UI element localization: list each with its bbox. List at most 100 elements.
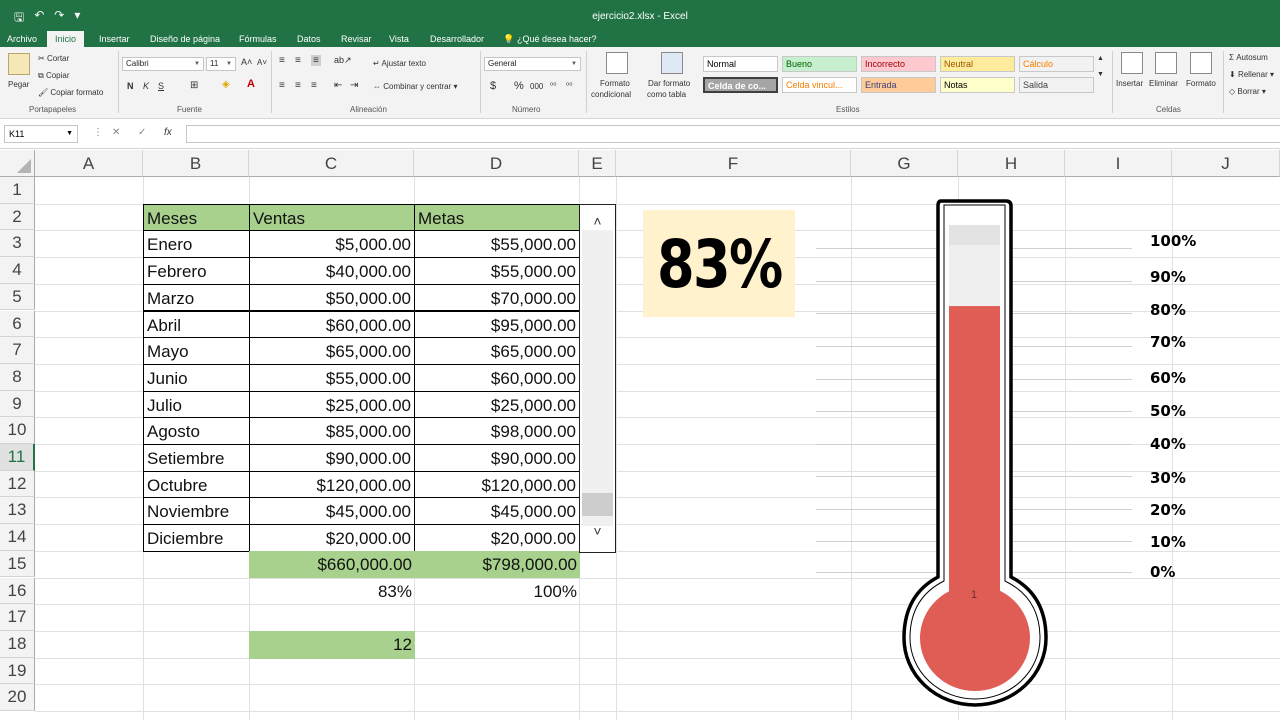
cell-metas[interactable]: $55,000.00 [414,257,580,285]
percent-ventas-cell[interactable]: 83% [249,578,415,606]
format-cells-icon[interactable] [1190,52,1212,74]
cell-metas[interactable]: $98,000.00 [414,417,580,445]
cell-mes[interactable]: Mayo [143,337,250,365]
conditional-format-icon[interactable] [606,52,628,74]
tab-datos[interactable]: Datos [297,31,321,47]
cell-ventas[interactable]: $90,000.00 [249,444,415,472]
cancel-icon[interactable]: ✕ [112,127,120,138]
column-header-c[interactable]: C [249,150,414,177]
select-all-button[interactable] [0,150,35,177]
shrink-font-icon[interactable]: A˅ [257,58,267,67]
percent-button[interactable]: % [514,80,524,92]
tab-revisar[interactable]: Revisar [341,31,372,47]
cell-style-3[interactable]: Neutral [940,56,1015,72]
indent-increase-icon[interactable]: ⇥ [350,80,358,91]
clear-button[interactable]: Borrar [1237,87,1259,96]
column-header-e[interactable]: E [579,150,616,177]
insert-cells-icon[interactable] [1121,52,1143,74]
cell-mes[interactable]: Diciembre [143,524,250,552]
format-cells-button[interactable]: Formato [1186,79,1216,88]
format-as-table-icon[interactable] [661,52,683,74]
cell-mes[interactable]: Agosto [143,417,250,445]
cell-ventas[interactable]: $55,000.00 [249,363,415,392]
tab-desarrollador[interactable]: Desarrollador [430,31,484,47]
insert-cells-button[interactable]: Insertar [1116,79,1143,88]
column-header-j[interactable]: J [1172,150,1280,177]
row-header-19[interactable]: 19 [0,657,35,685]
format-painter-button[interactable]: Copiar formato [50,88,103,97]
table-header-meses[interactable]: Meses [143,203,250,232]
row-header-10[interactable]: 10 [0,417,35,444]
cell-metas[interactable]: $45,000.00 [414,497,580,526]
tab-vista[interactable]: Vista [389,31,409,47]
row-header-11[interactable]: 11 [0,444,35,471]
formula-input[interactable] [186,125,1280,143]
percent-metas-cell[interactable]: 100% [414,578,580,606]
total-ventas-cell[interactable]: $660,000.00 [249,550,415,579]
scroll-value-cell[interactable]: 12 [249,630,415,659]
column-header-h[interactable]: H [958,150,1065,177]
tell-me-icon[interactable]: 💡 [503,31,514,47]
bold-button[interactable]: N [127,81,134,91]
row-header-1[interactable]: 1 [0,177,35,204]
row-header-13[interactable]: 13 [0,497,35,525]
borders-icon[interactable]: ⊞ [190,80,198,91]
align-left-icon[interactable]: ≡ [279,80,285,91]
wrap-text-button[interactable]: Ajustar texto [381,59,425,68]
row-header-18[interactable]: 18 [0,630,35,658]
align-center-icon[interactable]: ≡ [295,80,301,91]
tab-diseno-pagina[interactable]: Diseño de página [150,31,220,47]
currency-button[interactable]: $ [490,80,496,92]
copy-button[interactable]: Copiar [46,71,70,80]
cell-metas[interactable]: $25,000.00 [414,390,580,419]
font-name-select[interactable]: Calibri ▼ [122,57,204,71]
cell-metas[interactable]: $20,000.00 [414,524,580,552]
row-header-8[interactable]: 8 [0,363,35,391]
total-metas-cell[interactable]: $798,000.00 [414,550,580,579]
row-header-17[interactable]: 17 [0,604,35,631]
column-header-b[interactable]: B [143,150,249,177]
cell-style-6[interactable]: Celda vincul... [782,77,857,93]
cell-mes[interactable]: Setiembre [143,444,250,472]
cell-ventas[interactable]: $40,000.00 [249,257,415,285]
align-top-icon[interactable]: ≡ [279,55,285,66]
tab-insertar[interactable]: Insertar [99,31,130,47]
cell-ventas[interactable]: $20,000.00 [249,524,415,552]
row-header-7[interactable]: 7 [0,337,35,364]
cell-ventas[interactable]: $85,000.00 [249,417,415,445]
format-as-table-line1[interactable]: Dar formato [648,79,690,88]
delete-cells-icon[interactable] [1155,52,1177,74]
cell-mes[interactable]: Octubre [143,470,250,499]
font-color-icon[interactable]: A [247,78,255,90]
insert-function-icon[interactable]: fx [164,127,172,138]
row-header-12[interactable]: 12 [0,470,35,498]
cell-mes[interactable]: Abril [143,310,250,339]
cell-metas[interactable]: $90,000.00 [414,444,580,472]
tab-archivo[interactable]: Archivo [7,31,37,47]
cell-mes[interactable]: Febrero [143,257,250,285]
cell-style-4[interactable]: Cálculo [1019,56,1094,72]
table-header-ventas[interactable]: Ventas [249,203,415,232]
cell-style-7[interactable]: Entrada [861,77,936,93]
row-header-20[interactable]: 20 [0,684,35,711]
cell-ventas[interactable]: $65,000.00 [249,337,415,365]
cell-style-8[interactable]: Notas [940,77,1015,93]
row-header-4[interactable]: 4 [0,257,35,284]
fill-color-icon[interactable]: ◈ [222,79,230,90]
column-header-i[interactable]: I [1065,150,1172,177]
tell-me-box[interactable]: ¿Qué desea hacer? [517,31,597,47]
cell-metas[interactable]: $70,000.00 [414,283,580,312]
align-right-icon[interactable]: ≡ [311,80,317,91]
cell-ventas[interactable]: $25,000.00 [249,390,415,419]
align-bottom-icon[interactable]: ≡ [311,55,321,66]
cell-ventas[interactable]: $60,000.00 [249,310,415,339]
scroll-up-icon[interactable]: ˄ [580,213,615,229]
row-header-14[interactable]: 14 [0,524,35,551]
cell-metas[interactable]: $60,000.00 [414,363,580,392]
underline-button[interactable]: S [158,81,164,91]
row-header-3[interactable]: 3 [0,230,35,258]
column-header-a[interactable]: A [35,150,143,177]
cell-metas[interactable]: $65,000.00 [414,337,580,365]
scroll-track[interactable] [582,230,613,526]
cell-ventas[interactable]: $5,000.00 [249,230,415,259]
